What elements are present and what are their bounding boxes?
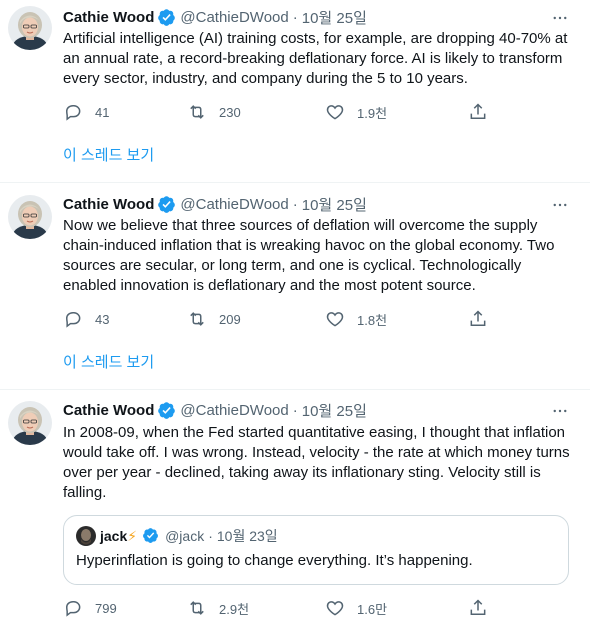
tweet-header: Cathie Wood @CathieDWood · 10월 25일 — [63, 399, 367, 421]
separator-dot: · — [292, 8, 298, 26]
share-button[interactable] — [468, 307, 500, 331]
reply-button[interactable]: 41 — [63, 100, 109, 124]
reply-button[interactable]: 43 — [63, 307, 109, 331]
quoted-author-handle: @jack — [165, 528, 205, 544]
show-thread-link[interactable]: 이 스레드 보기 — [63, 353, 154, 373]
tweet-text: Artificial intelligence (AI) training co… — [63, 30, 568, 87]
share-icon — [470, 599, 486, 615]
share-button[interactable] — [468, 100, 500, 124]
like-button[interactable]: 1.9천 — [325, 100, 387, 124]
author-name[interactable]: Cathie Wood — [63, 402, 154, 419]
heart-icon — [326, 105, 344, 120]
quoted-avatar — [76, 526, 96, 546]
verified-badge-icon — [157, 401, 176, 420]
tweet-actions: 799 2.9천 1.6만 — [63, 596, 493, 620]
avatar[interactable] — [8, 6, 52, 50]
more-icon — [553, 409, 567, 413]
share-icon — [470, 310, 486, 326]
retweet-count: 230 — [219, 104, 241, 120]
quoted-tweet-date: 10월 23일 — [216, 528, 278, 544]
retweet-button[interactable]: 2.9천 — [187, 596, 249, 620]
verified-badge-icon — [157, 8, 176, 27]
retweet-count: 2.9천 — [219, 601, 250, 617]
retweet-count: 209 — [219, 311, 241, 327]
separator-dot: · — [292, 401, 298, 419]
like-button[interactable]: 1.8천 — [325, 307, 387, 331]
like-count: 1.8천 — [357, 312, 388, 328]
reply-count: 41 — [95, 104, 110, 120]
reply-icon — [65, 601, 81, 617]
more-icon — [553, 203, 567, 207]
divider — [0, 389, 590, 390]
tweet-actions: 41 230 1.9천 — [63, 100, 493, 124]
like-button[interactable]: 1.6만 — [325, 596, 387, 620]
author-handle[interactable]: @CathieDWood — [180, 9, 288, 26]
more-options-button[interactable] — [548, 399, 572, 423]
more-options-button[interactable] — [548, 193, 572, 217]
quoted-tweet[interactable]: jack ⚡ @jack · 10월 23일 Hyperinflation is… — [63, 515, 569, 585]
reply-icon — [65, 312, 81, 328]
more-options-button[interactable] — [548, 6, 572, 30]
like-count: 1.9천 — [357, 105, 388, 121]
author-handle[interactable]: @CathieDWood — [180, 402, 288, 419]
retweet-button[interactable]: 230 — [187, 100, 241, 124]
separator-dot: · — [292, 195, 298, 213]
show-thread-link[interactable]: 이 스레드 보기 — [63, 146, 154, 166]
avatar[interactable] — [8, 401, 52, 445]
like-count: 1.6만 — [357, 601, 388, 617]
reply-icon — [65, 105, 81, 121]
retweet-icon — [190, 312, 204, 326]
quoted-tweet-text: Hyperinflation is going to change everyt… — [76, 552, 473, 569]
tweet-date[interactable]: 10월 25일 — [302, 194, 367, 215]
author-handle[interactable]: @CathieDWood — [180, 196, 288, 213]
avatar[interactable] — [8, 195, 52, 239]
retweet-button[interactable]: 209 — [187, 307, 241, 331]
share-button[interactable] — [468, 596, 500, 620]
tweet-date[interactable]: 10월 25일 — [302, 400, 367, 421]
tweet-text: Now we believe that three sources of def… — [63, 217, 555, 294]
heart-icon — [326, 601, 344, 616]
reply-count: 43 — [95, 311, 110, 327]
tweet-header: Cathie Wood @CathieDWood · 10월 25일 — [63, 6, 367, 28]
retweet-icon — [190, 105, 204, 119]
tweet-date[interactable]: 10월 25일 — [302, 7, 367, 28]
reply-count: 799 — [95, 600, 117, 616]
more-icon — [553, 16, 567, 20]
retweet-icon — [190, 601, 204, 615]
heart-icon — [326, 312, 344, 327]
verified-badge-icon — [157, 195, 176, 214]
share-icon — [470, 103, 486, 119]
tweet-feed: Cathie Wood @CathieDWood · 10월 25일 Artif… — [0, 0, 590, 632]
divider — [0, 182, 590, 183]
author-name[interactable]: Cathie Wood — [63, 9, 154, 26]
tweet-header: Cathie Wood @CathieDWood · 10월 25일 — [63, 193, 367, 215]
tweet-text: In 2008-09, when the Fed started quantit… — [63, 424, 570, 501]
author-name[interactable]: Cathie Wood — [63, 196, 154, 213]
quoted-tweet-header: jack ⚡ @jack · 10월 23일 — [76, 526, 278, 546]
reply-button[interactable]: 799 — [63, 596, 117, 620]
verified-badge-icon — [142, 527, 161, 546]
quoted-author-name: jack — [100, 528, 128, 544]
tweet-actions: 43 209 1.8천 — [63, 307, 493, 331]
lightning-icon: ⚡ — [127, 527, 138, 544]
separator-dot: · — [208, 528, 213, 544]
